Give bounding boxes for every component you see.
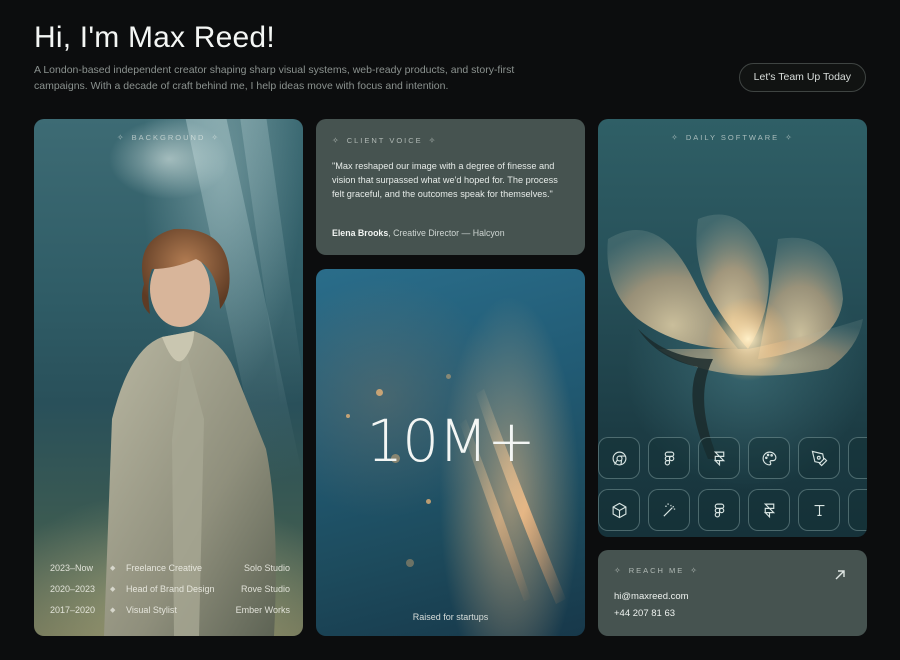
reach-me-label: ✧ REACH ME ✧ [614,566,699,575]
flower-illustration [607,214,863,459]
reach-me-card: ✧ REACH ME ✧ hi@maxreed.com +44 207 81 6… [598,550,867,636]
partial-app-tile[interactable] [848,437,867,479]
timeline-row: 2023–Now ◆ Freelance Creative Solo Studi… [50,562,290,573]
background-card: ✧ BACKGROUND ✧ 2023–Now ◆ Freelance Crea… [34,119,303,636]
timeline-row: 2020–2023 ◆ Head of Brand Design Rove St… [50,583,290,594]
sparkle-icon: ✧ [211,133,221,142]
diamond-icon: ◆ [110,606,116,614]
diamond-icon: ◆ [110,585,116,593]
sparkle-icon: ✧ [332,136,341,145]
stat-value: 10M+ [366,407,535,475]
software-grid [598,429,867,537]
client-voice-card: ✧ CLIENT VOICE ✧ "Max reshaped our image… [316,119,585,255]
stat-caption: Raised for startups [412,612,489,622]
type-icon [814,504,824,516]
framer-app[interactable] [698,437,740,479]
type-app[interactable] [798,489,840,531]
page-header: Hi, I'm Max Reed! A London-based indepen… [34,20,866,100]
framer-app-2[interactable] [748,489,790,531]
email-link[interactable]: hi@maxreed.com [614,591,689,602]
daily-software-card: ✧ DAILY SOFTWARE ✧ [598,119,867,537]
pen-tool-app[interactable] [798,437,840,479]
timeline-row: 2017–2020 ◆ Visual Stylist Ember Works [50,604,290,615]
partial-app-tile[interactable] [848,489,867,531]
palette-icon [762,451,776,465]
testimonial-author: Elena Brooks [332,228,389,238]
testimonial-attribution: Elena Brooks, Creative Director — Halcyo… [332,228,505,238]
cube-app[interactable] [598,489,640,531]
sparkle-icon: ✧ [785,133,794,142]
light-mote [446,374,451,379]
daily-software-label: ✧ DAILY SOFTWARE ✧ [671,133,794,142]
light-mote [406,559,414,567]
sparkle-icon: ✧ [116,133,126,142]
page-title: Hi, I'm Max Reed! [34,21,275,54]
magic-wand-icon [662,502,675,517]
background-label: ✧ BACKGROUND ✧ [116,133,221,142]
pen-tool-icon [811,450,827,466]
figma-icon [664,451,674,465]
sparkle-icon: ✧ [428,136,438,145]
sparkle-icon: ✧ [690,566,699,575]
sparkle-icon: ✧ [614,566,623,575]
phone-link[interactable]: +44 207 81 63 [614,608,675,619]
light-mote [426,499,431,504]
figma-app[interactable] [648,437,690,479]
figma-icon [714,503,724,517]
framer-icon [763,503,775,518]
framer-icon [713,451,725,466]
light-mote [376,389,383,396]
diamond-icon: ◆ [110,564,116,572]
intro-text: A London-based independent creator shapi… [34,64,515,92]
arrow-up-right-icon[interactable] [833,568,847,582]
chrome-app[interactable] [598,437,640,479]
team-up-button[interactable]: Let's Team Up Today [738,63,866,92]
palette-app[interactable] [748,437,790,479]
chrome-icon [612,451,626,465]
cube-icon [612,502,626,518]
stat-card: 10M+ Raised for startups [316,269,585,636]
career-timeline: 2023–Now ◆ Freelance Creative Solo Studi… [50,557,290,620]
client-voice-label: ✧ CLIENT VOICE ✧ [332,136,438,145]
figma-app-2[interactable] [698,489,740,531]
magic-wand-app[interactable] [648,489,690,531]
testimonial-author-role: , Creative Director — Halcyon [388,228,505,238]
sparkle-icon: ✧ [671,133,680,142]
testimonial-quote: "Max reshaped our image with a degree of… [332,161,558,200]
